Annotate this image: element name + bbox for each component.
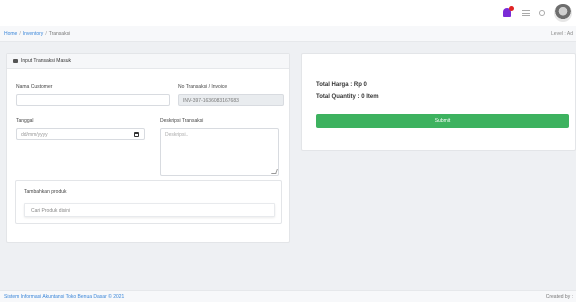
breadcrumb-bar: Home / Inventory / Transaksi Level : Ad [0,26,576,42]
description-label: Deskripsi Transaksi [160,118,204,124]
customer-input[interactable] [16,94,170,106]
footer-copyright[interactable]: Sistem Informasi Akuntansi Toko Benua Da… [4,294,124,300]
date-placeholder: dd/mm/yyyy [21,132,48,138]
user-level: Level : Ad [551,31,573,37]
date-label: Tanggal [16,118,34,124]
add-product-box: Tambahkan produk Cari Produk disini [15,180,282,224]
footer: Sistem Informasi Akuntansi Toko Benua Da… [0,290,576,302]
navbar-actions [501,3,572,23]
add-product-title: Tambahkan produk [24,189,67,195]
settings-icon[interactable] [539,10,545,16]
summary-card: Total Harga : Rp 0 Total Quantity : 0 It… [301,53,576,151]
total-price: Total Harga : Rp 0 [316,82,367,88]
date-input[interactable]: dd/mm/yyyy [16,128,145,140]
invoice-label: No Transaksi / Invoice [178,84,228,90]
breadcrumb-current: Transaksi [48,31,71,37]
top-navbar [0,0,576,26]
breadcrumb: Home / Inventory / Transaksi [4,31,70,37]
card-title: Input Transaksi Masuk [21,58,72,64]
calendar-icon[interactable] [134,132,139,137]
breadcrumb-home[interactable]: Home [4,31,17,37]
submit-button[interactable]: Submit [316,114,569,128]
invoice-field: INV-397-1636083167683 [178,94,284,106]
cart-icon [13,59,18,63]
notification-badge [509,6,514,11]
card-header: Input Transaksi Masuk [7,54,289,69]
customer-label: Nama Customer [16,84,53,90]
avatar[interactable] [554,4,572,22]
footer-credit: Created by : [545,294,573,300]
breadcrumb-inventory[interactable]: Inventory [23,31,44,37]
description-textarea[interactable]: Deskripsi.. [160,128,279,176]
bell-icon[interactable] [501,6,514,19]
menu-icon[interactable] [522,10,530,16]
product-search-input[interactable]: Cari Produk disini [24,203,275,217]
total-quantity: Total Quantity : 0 Item [316,94,379,100]
